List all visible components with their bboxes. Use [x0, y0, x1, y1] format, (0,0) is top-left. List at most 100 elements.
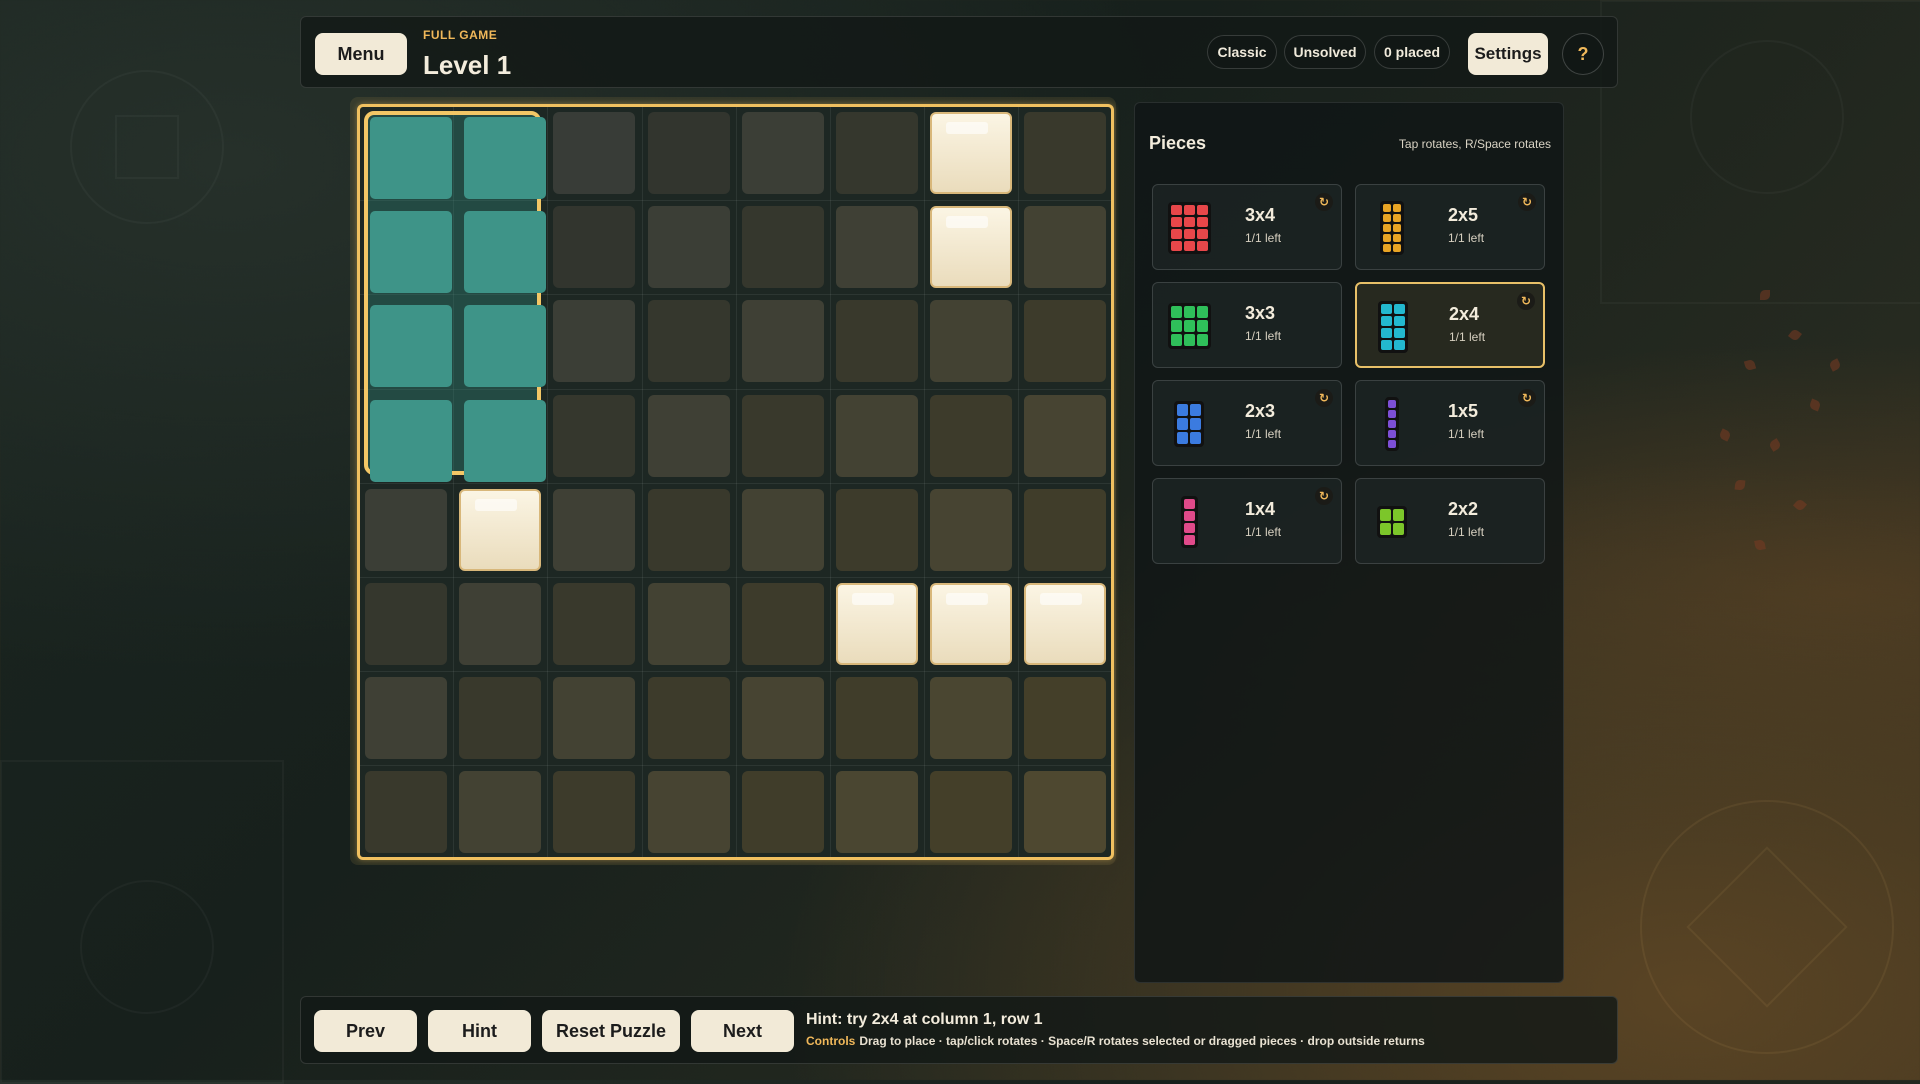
board-cell[interactable] — [836, 771, 918, 854]
rotate-icon[interactable]: ↻ — [1518, 193, 1536, 211]
board-cell[interactable] — [836, 112, 918, 194]
hint-button[interactable]: Hint — [428, 1010, 531, 1052]
piece-card-2x4[interactable]: 2x4 1/1 left ↻ — [1355, 282, 1545, 368]
board-cell[interactable] — [741, 300, 824, 383]
reset-puzzle-button[interactable]: Reset Puzzle — [542, 1010, 680, 1052]
menu-button[interactable]: Menu — [315, 33, 407, 75]
help-button[interactable]: ? — [1562, 33, 1604, 75]
blocked-cell[interactable] — [459, 488, 542, 571]
blocked-cell[interactable] — [836, 583, 918, 665]
piece-card-3x4[interactable]: 3x4 1/1 left ↻ — [1152, 184, 1342, 270]
board-cell[interactable] — [459, 583, 542, 665]
piece-card-3x3[interactable]: 3x3 1/1 left — [1152, 282, 1342, 368]
board-cell[interactable] — [365, 488, 447, 571]
board-cell[interactable] — [553, 112, 636, 194]
piece-remaining: 1/1 left — [1245, 231, 1282, 245]
board-cell[interactable] — [647, 206, 730, 289]
swatch-cell — [1381, 316, 1392, 326]
board-cell[interactable] — [741, 488, 824, 571]
blocked-cell[interactable] — [930, 112, 1013, 194]
board-cell[interactable] — [741, 771, 824, 854]
board-cell[interactable] — [930, 488, 1013, 571]
blocked-cell[interactable] — [1024, 583, 1107, 665]
board-cell[interactable] — [553, 394, 636, 477]
rotate-icon[interactable]: ↻ — [1517, 292, 1535, 310]
board-cell[interactable] — [1024, 394, 1107, 477]
rotate-icon[interactable]: ↻ — [1315, 389, 1333, 407]
board-cell[interactable] — [836, 300, 918, 383]
board-cell[interactable] — [930, 771, 1013, 854]
swatch-cell — [1170, 306, 1182, 318]
board-cell[interactable] — [553, 488, 636, 571]
board-cell[interactable] — [1024, 300, 1107, 383]
board-cell[interactable] — [553, 583, 636, 665]
placed-piece-cell — [464, 399, 547, 482]
board-cell[interactable] — [836, 206, 918, 289]
piece-card-2x3[interactable]: 2x3 1/1 left ↻ — [1152, 380, 1342, 466]
board-cell[interactable] — [741, 206, 824, 289]
leaf-decoration — [1718, 428, 1732, 442]
board-cell[interactable] — [1024, 206, 1107, 289]
board-cell[interactable] — [1024, 488, 1107, 571]
swatch-cell — [1383, 244, 1391, 252]
board-cell[interactable] — [1024, 112, 1107, 194]
rotate-icon[interactable]: ↻ — [1518, 389, 1536, 407]
rotate-icon[interactable]: ↻ — [1315, 193, 1333, 211]
board-cell[interactable] — [647, 394, 730, 477]
piece-card-1x5[interactable]: 1x5 1/1 left ↻ — [1355, 380, 1545, 466]
board-cell[interactable] — [553, 677, 636, 760]
board-cell[interactable] — [647, 771, 730, 854]
pieces-hint: Tap rotates, R/Space rotates — [1398, 137, 1551, 151]
board-cell[interactable] — [647, 583, 730, 665]
board-cell[interactable] — [741, 583, 824, 665]
swatch-cell — [1177, 404, 1188, 416]
rotate-icon[interactable]: ↻ — [1315, 487, 1333, 505]
board-cell[interactable] — [553, 206, 636, 289]
board-cell[interactable] — [741, 677, 824, 760]
piece-card-2x5[interactable]: 2x5 1/1 left ↻ — [1355, 184, 1545, 270]
board-cell[interactable] — [741, 112, 824, 194]
placed-piece-2x4[interactable] — [364, 111, 547, 482]
board-cell[interactable] — [930, 300, 1013, 383]
blocked-cell[interactable] — [930, 206, 1013, 289]
board-cell[interactable] — [459, 677, 542, 760]
board-cell[interactable] — [459, 771, 542, 854]
board-cell[interactable] — [836, 488, 918, 571]
board-cell[interactable] — [836, 394, 918, 477]
swatch-cell — [1177, 432, 1188, 444]
board-cell[interactable] — [553, 300, 636, 383]
board-cell[interactable] — [741, 394, 824, 477]
swatch-cell — [1381, 304, 1392, 314]
board-cell[interactable] — [1024, 771, 1107, 854]
swatch-cell — [1393, 204, 1401, 212]
block-shine — [946, 122, 989, 134]
leaf-decoration — [1743, 358, 1757, 372]
piece-card-2x2[interactable]: 2x2 1/1 left — [1355, 478, 1545, 564]
board-cell[interactable] — [836, 677, 918, 760]
swatch-cell — [1196, 217, 1208, 227]
board-cell[interactable] — [553, 771, 636, 854]
board-cell[interactable] — [930, 394, 1013, 477]
board-cell[interactable] — [647, 112, 730, 194]
blocked-cell[interactable] — [930, 583, 1013, 665]
board-cell[interactable] — [365, 677, 447, 760]
piece-swatch-icon — [1377, 506, 1407, 538]
board-cell[interactable] — [930, 677, 1013, 760]
next-button[interactable]: Next — [691, 1010, 794, 1052]
block-shine — [1040, 593, 1083, 605]
block-shine — [946, 216, 989, 229]
board-cell[interactable] — [647, 488, 730, 571]
board-cell[interactable] — [1024, 677, 1107, 760]
board-cell[interactable] — [365, 771, 447, 854]
settings-button[interactable]: Settings — [1468, 33, 1548, 75]
swatch-cell — [1393, 224, 1401, 232]
piece-card-1x4[interactable]: 1x4 1/1 left ↻ — [1152, 478, 1342, 564]
board-cell[interactable] — [365, 583, 447, 665]
board-cell[interactable] — [647, 677, 730, 760]
swatch-cell — [1383, 204, 1391, 212]
swatch-cell — [1183, 499, 1195, 509]
swatch-cell — [1196, 241, 1208, 251]
swatch-cell — [1183, 535, 1195, 545]
prev-button[interactable]: Prev — [314, 1010, 417, 1052]
board-cell[interactable] — [647, 300, 730, 383]
